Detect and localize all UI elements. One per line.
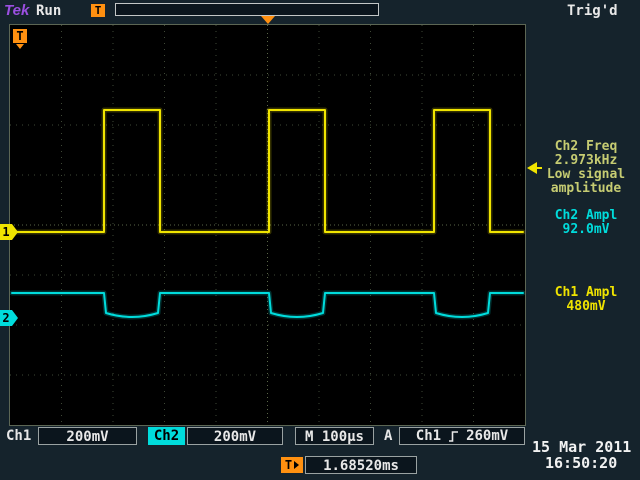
measurement-value: 480mV (534, 300, 638, 314)
ch1-readout-label: Ch1 (6, 428, 31, 444)
measurement-value: 92.0mV (534, 223, 638, 237)
ch1-ground-marker: 1 (0, 224, 18, 240)
timebase-readout: M 100µs (295, 427, 374, 445)
trigger-corner-arrow-icon (16, 44, 24, 49)
measurement-label: Ch2 Ampl (534, 209, 638, 223)
trigger-position-badge: T (281, 457, 303, 473)
record-view-bar (115, 3, 379, 16)
graticule: T (10, 25, 525, 425)
time-readout: 16:50:20 (545, 454, 617, 472)
trigger-corner-badge: T (13, 29, 27, 43)
measurement-ch1-ampl: Ch1 Ampl 480mV (534, 286, 638, 314)
ch2-marker-arrow-icon (12, 310, 18, 326)
ch2-readout-label: Ch2 (148, 427, 185, 445)
measurement-value: 2.973kHz (534, 154, 638, 168)
ch1-scale-readout: 200mV (38, 427, 137, 445)
measurement-warning-line2: amplitude (534, 182, 638, 196)
trigger-position-icon (261, 16, 275, 24)
trigger-level-readout: 260mV (466, 427, 508, 445)
right-arrow-icon (294, 461, 299, 469)
waveform-plot (10, 25, 525, 425)
measurement-warning-line1: Low signal (534, 168, 638, 182)
oscilloscope-screen: Tek Run T Trig'd T 1 2 Ch2 Freq 2.973kHz… (0, 0, 640, 480)
trigger-readout: Ch1 260mV (399, 427, 525, 445)
ch2-scale-readout: 200mV (187, 427, 283, 445)
trigger-source-label: Ch1 (416, 427, 441, 445)
trigger-position-readout: 1.68520ms (305, 456, 417, 474)
trigger-t-badge: T (91, 4, 105, 17)
measurement-ch2-freq: Ch2 Freq 2.973kHz Low signal amplitude (534, 140, 638, 196)
trigger-status: Trig'd (567, 3, 618, 19)
ch2-marker-label: 2 (0, 310, 12, 326)
trigger-mode-label: A (384, 428, 392, 444)
acquisition-status: Run (36, 3, 61, 19)
rising-edge-icon (448, 430, 459, 443)
brand-logo: Tek (4, 2, 29, 19)
trigger-position-badge-label: T (285, 458, 292, 472)
measurement-label: Ch1 Ampl (534, 286, 638, 300)
ch1-marker-label: 1 (0, 224, 12, 240)
ch1-marker-arrow-icon (12, 224, 18, 240)
ch2-ground-marker: 2 (0, 310, 18, 326)
measurement-label: Ch2 Freq (534, 140, 638, 154)
measurement-ch2-ampl: Ch2 Ampl 92.0mV (534, 209, 638, 237)
